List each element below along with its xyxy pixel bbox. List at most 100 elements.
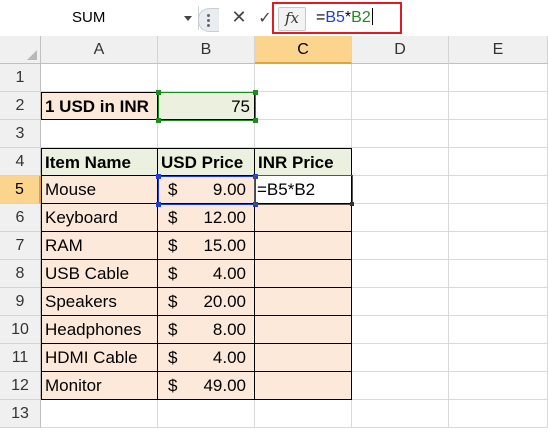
cell-c2[interactable] [255, 92, 352, 120]
cell-e10[interactable] [449, 316, 548, 344]
row-header-13[interactable]: 13 [0, 400, 41, 428]
cell-b11[interactable]: $4.00 [158, 344, 255, 372]
row-header-5[interactable]: 5 [0, 176, 41, 204]
cell-c9[interactable] [255, 288, 352, 316]
cell-c7[interactable] [255, 232, 352, 260]
cell-a7[interactable]: RAM [41, 232, 158, 260]
ref-handle-b2-bl[interactable] [156, 118, 161, 123]
cell-b8[interactable]: $4.00 [158, 260, 255, 288]
ref-handle-b2-br[interactable] [253, 118, 258, 123]
cell-b6[interactable]: $12.00 [158, 204, 255, 232]
cancel-icon[interactable]: ✕ [230, 8, 248, 28]
column-header-d[interactable]: D [352, 36, 449, 64]
row-header-7[interactable]: 7 [0, 232, 41, 260]
cell-a8[interactable]: USB Cable [41, 260, 158, 288]
ref-handle-b2-tl[interactable] [156, 90, 161, 95]
cell-d6[interactable] [352, 204, 449, 232]
cell-e7[interactable] [449, 232, 548, 260]
cell-d8[interactable] [352, 260, 449, 288]
cell-d5[interactable] [352, 176, 449, 204]
row-header-4[interactable]: 4 [0, 148, 41, 176]
cell-d10[interactable] [352, 316, 449, 344]
cell-d2[interactable] [352, 92, 449, 120]
cell-b9[interactable]: $20.00 [158, 288, 255, 316]
cell-e4[interactable] [449, 148, 548, 176]
cell-e5[interactable] [449, 176, 548, 204]
cell-d4[interactable] [352, 148, 449, 176]
cell-b2-rate-value[interactable]: 75 [158, 92, 255, 120]
cell-d7[interactable] [352, 232, 449, 260]
formula-bar-resize-handle[interactable] [198, 8, 219, 32]
cell-d12[interactable] [352, 372, 449, 400]
cell-a11[interactable]: HDMI Cable [41, 344, 158, 372]
cell-b7[interactable]: $15.00 [158, 232, 255, 260]
cell-e12[interactable] [449, 372, 548, 400]
column-header-e[interactable]: E [449, 36, 548, 64]
cell-c3[interactable] [255, 120, 352, 148]
row-header-9[interactable]: 9 [0, 288, 41, 316]
column-header-c[interactable]: C [255, 36, 352, 64]
insert-function-button[interactable]: fx [278, 7, 306, 31]
cell-a5[interactable]: Mouse [41, 176, 158, 204]
column-header-a[interactable]: A [41, 36, 158, 64]
cell-e11[interactable] [449, 344, 548, 372]
ref-handle-b2-tr[interactable] [253, 90, 258, 95]
text-cursor [371, 8, 373, 25]
cell-e2[interactable] [449, 92, 548, 120]
fill-handle[interactable] [350, 202, 354, 206]
cell-c13[interactable] [255, 400, 352, 428]
ref-handle-b5-bl[interactable] [156, 202, 161, 207]
row-header-8[interactable]: 8 [0, 260, 41, 288]
cell-e8[interactable] [449, 260, 548, 288]
formula-input[interactable]: =B5*B2 [316, 8, 373, 28]
cell-d9[interactable] [352, 288, 449, 316]
cell-a3[interactable] [41, 120, 158, 148]
cell-c6[interactable] [255, 204, 352, 232]
row-header-1[interactable]: 1 [0, 64, 41, 92]
row-header-12[interactable]: 12 [0, 372, 41, 400]
row-header-10[interactable]: 10 [0, 316, 41, 344]
cell-c1[interactable] [255, 64, 352, 92]
cell-a6[interactable]: Keyboard [41, 204, 158, 232]
cell-d13[interactable] [352, 400, 449, 428]
row-header-6[interactable]: 6 [0, 204, 41, 232]
cell-a2-rate-label[interactable]: 1 USD in INR [41, 92, 158, 120]
cell-b1[interactable] [158, 64, 255, 92]
cell-a9[interactable]: Speakers [41, 288, 158, 316]
row-header-3[interactable]: 3 [0, 120, 41, 148]
cell-c4-header-inr[interactable]: INR Price [255, 148, 352, 176]
cell-d3[interactable] [352, 120, 449, 148]
cell-e3[interactable] [449, 120, 548, 148]
cell-b10[interactable]: $8.00 [158, 316, 255, 344]
cell-d1[interactable] [352, 64, 449, 92]
cell-a13[interactable] [41, 400, 158, 428]
cell-b4-header-usd[interactable]: USD Price [158, 148, 255, 176]
cell-b12[interactable]: $49.00 [158, 372, 255, 400]
cell-c5-editing[interactable]: =B5*B2 [255, 176, 352, 204]
ref-handle-b5-br[interactable] [253, 202, 258, 207]
cell-b13[interactable] [158, 400, 255, 428]
cell-b5[interactable]: $9.00 [158, 176, 255, 204]
row-header-2[interactable]: 2 [0, 92, 41, 120]
ref-handle-b5-tl[interactable] [156, 174, 161, 179]
name-box-dropdown-icon[interactable] [184, 16, 192, 21]
ref-handle-b5-tr[interactable] [253, 174, 258, 179]
cell-c12[interactable] [255, 372, 352, 400]
cell-c10[interactable] [255, 316, 352, 344]
row-header-11[interactable]: 11 [0, 344, 41, 372]
cell-a4-header-item[interactable]: Item Name [41, 148, 158, 176]
cell-a12[interactable]: Monitor [41, 372, 158, 400]
cell-e1[interactable] [449, 64, 548, 92]
cell-b3[interactable] [158, 120, 255, 148]
cell-e6[interactable] [449, 204, 548, 232]
select-all-corner[interactable] [0, 36, 41, 64]
cell-a1[interactable] [41, 64, 158, 92]
cell-c11[interactable] [255, 344, 352, 372]
cell-e13[interactable] [449, 400, 548, 428]
cell-c8[interactable] [255, 260, 352, 288]
cell-d11[interactable] [352, 344, 449, 372]
column-header-b[interactable]: B [158, 36, 255, 64]
cell-e9[interactable] [449, 288, 548, 316]
name-box[interactable]: SUM [0, 6, 199, 30]
cell-a10[interactable]: Headphones [41, 316, 158, 344]
